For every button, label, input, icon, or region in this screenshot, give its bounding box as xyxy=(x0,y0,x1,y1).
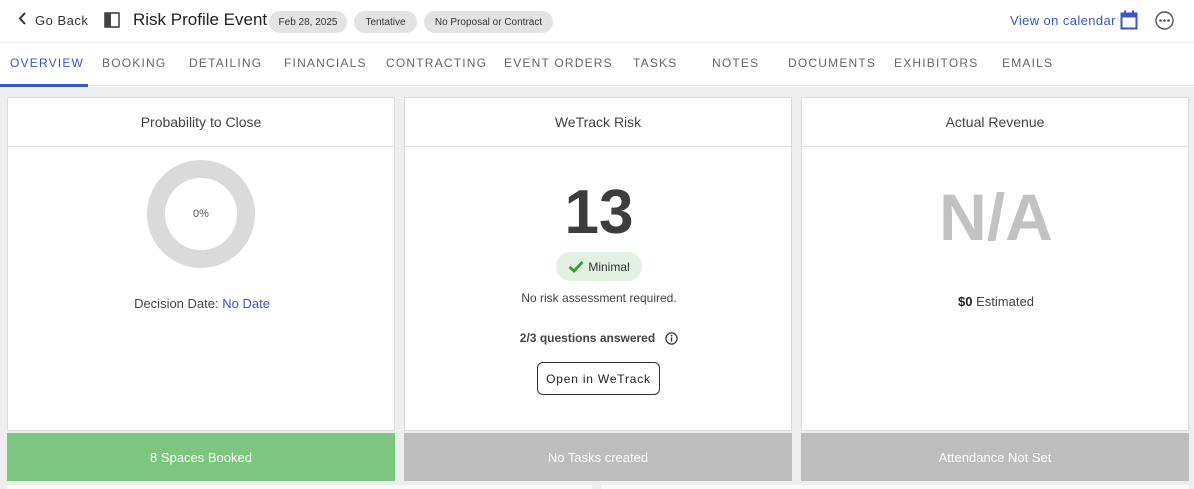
proposal-pill: No Proposal or Contract xyxy=(424,11,553,33)
open-in-wetrack-button[interactable]: Open in WeTrack xyxy=(537,362,660,395)
tasks-bar[interactable]: No Tasks created xyxy=(404,433,792,481)
overview-content: Probability to Close 0% Decision Date: N… xyxy=(0,87,1194,489)
next-card-edge-right xyxy=(601,485,1189,489)
info-icon[interactable] xyxy=(665,331,678,345)
status-pill: Tentative xyxy=(354,11,417,33)
tab-detailing[interactable]: DETAILING xyxy=(189,56,262,70)
side-panel-icon[interactable] xyxy=(104,12,120,28)
decision-date: Decision Date: No Date xyxy=(8,296,396,311)
estimated-amount: $0 xyxy=(958,294,973,309)
chevron-left-icon xyxy=(18,12,27,28)
revenue-title: Actual Revenue xyxy=(802,98,1188,147)
risk-title: WeTrack Risk xyxy=(405,98,791,147)
questions-answered: 2/3 questions answered xyxy=(405,331,793,345)
next-card-edge-left xyxy=(7,485,592,489)
decision-date-value[interactable]: No Date xyxy=(222,296,270,311)
check-icon xyxy=(568,261,584,273)
risk-assessment-text: No risk assessment required. xyxy=(521,291,677,305)
estimated-label: Estimated xyxy=(976,294,1034,309)
page-header: Go Back Risk Profile Event Feb 28, 2025 … xyxy=(0,0,1194,42)
attendance-bar[interactable]: Attendance Not Set xyxy=(801,433,1189,481)
tab-overview[interactable]: OVERVIEW xyxy=(10,56,84,70)
risk-score: 13 xyxy=(564,178,634,247)
tab-financials[interactable]: FINANCIALS xyxy=(284,56,367,70)
revenue-card: Actual Revenue N/A $0 Estimated xyxy=(801,97,1189,431)
probability-percent: 0% xyxy=(193,208,209,220)
risk-card: WeTrack Risk 13 Minimal No risk assessme… xyxy=(404,97,792,431)
page-title: Risk Profile Event xyxy=(133,10,268,29)
tab-event-orders[interactable]: EVENT ORDERS xyxy=(504,56,613,70)
calendar-icon[interactable] xyxy=(1120,10,1138,30)
probability-card: Probability to Close 0% Decision Date: N… xyxy=(7,97,395,431)
probability-title: Probability to Close xyxy=(8,98,394,147)
spaces-booked-bar[interactable]: 8 Spaces Booked xyxy=(7,433,395,481)
tab-tasks[interactable]: TASKS xyxy=(633,56,677,70)
go-back-label: Go Back xyxy=(35,12,89,28)
tab-exhibitors[interactable]: EXHIBITORS xyxy=(894,56,978,70)
go-back-button[interactable]: Go Back xyxy=(18,12,88,28)
date-pill: Feb 28, 2025 xyxy=(269,11,347,33)
tab-documents[interactable]: DOCUMENTS xyxy=(788,56,876,70)
tab-contracting[interactable]: CONTRACTING xyxy=(386,56,487,70)
tab-notes[interactable]: NOTES xyxy=(712,56,759,70)
view-on-calendar-link[interactable]: View on calendar xyxy=(1010,13,1116,28)
tab-emails[interactable]: EMAILS xyxy=(1002,56,1053,70)
tab-booking[interactable]: BOOKING xyxy=(102,56,166,70)
risk-level-label: Minimal xyxy=(588,259,630,274)
actual-revenue-value: N/A xyxy=(939,180,1053,254)
decision-date-label: Decision Date: xyxy=(134,296,219,311)
risk-level-badge: Minimal xyxy=(556,252,642,281)
estimated-revenue: $0 Estimated xyxy=(802,294,1190,309)
tab-bar: OVERVIEW BOOKING DETAILING FINANCIALS CO… xyxy=(0,42,1194,87)
more-options-icon[interactable] xyxy=(1155,11,1174,30)
questions-answered-label: 2/3 questions answered xyxy=(519,331,656,345)
